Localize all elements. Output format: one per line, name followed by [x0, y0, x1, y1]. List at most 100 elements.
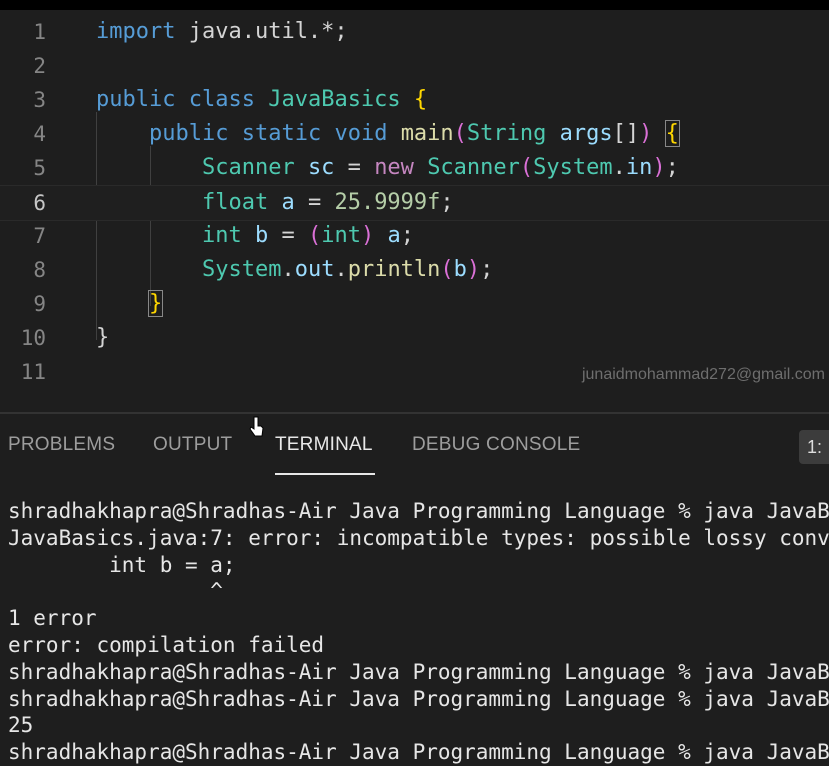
tab-output[interactable]: OUTPUT — [153, 434, 232, 456]
code-token: } — [96, 325, 110, 350]
terminal-output[interactable]: shradhakhapra@Shradhas-Air Java Programm… — [8, 498, 829, 766]
line-number: 3 — [33, 88, 46, 112]
terminal-line: JavaBasics.java:7: error: incompatible t… — [8, 525, 829, 550]
code-token: } — [147, 290, 164, 317]
code-token: sc — [307, 155, 335, 180]
code-token: . — [281, 257, 295, 282]
code-token: . — [334, 257, 348, 282]
line-number: 11 — [20, 360, 46, 384]
code-token: b — [453, 257, 467, 282]
code-token: ; — [480, 257, 494, 282]
terminal-line: shradhakhapra@Shradhas-Air Java Programm… — [8, 499, 829, 523]
code-token: Scanner — [427, 155, 520, 180]
code-text: } — [96, 287, 164, 321]
code-token: args — [559, 121, 613, 146]
code-token: = — [294, 190, 335, 215]
code-token: String — [466, 121, 547, 146]
code-token: ; — [440, 190, 454, 215]
code-text: public static void main(String args[]) { — [96, 117, 680, 151]
terminal-line: 25 — [8, 713, 34, 738]
line-number: 1 — [33, 20, 46, 44]
code-token: Scanner — [201, 155, 295, 180]
code-line[interactable]: 10} — [0, 321, 829, 355]
code-text: float a = 25.9999f; — [96, 186, 454, 220]
code-token: int — [201, 223, 242, 248]
code-token: ) — [652, 155, 666, 180]
code-text: import java.util.*; — [96, 15, 348, 49]
code-line[interactable]: 7 int b = (int) a; — [0, 219, 829, 253]
code-token: System — [201, 257, 282, 282]
terminal-selector[interactable]: 1: — [799, 430, 829, 464]
code-line[interactable]: 5 Scanner sc = new Scanner(System.in); — [0, 151, 829, 185]
tab-problems[interactable]: PROBLEMS — [8, 434, 115, 456]
code-token: ( — [453, 121, 467, 146]
code-line[interactable]: 4 public static void main(String args[])… — [0, 117, 829, 151]
code-line[interactable]: 8 System.out.println(b); — [0, 253, 829, 287]
code-token: { — [413, 87, 428, 112]
code-text: Scanner sc = new Scanner(System.in); — [96, 151, 679, 185]
code-token: a — [387, 223, 401, 248]
line-number: 2 — [33, 54, 46, 78]
line-number: 4 — [33, 122, 46, 146]
code-line[interactable]: 1 import java.util.*; — [0, 15, 829, 49]
panel-tabs: PROBLEMS OUTPUT TERMINAL DEBUG CONSOLE 1… — [0, 414, 829, 478]
tab-debug-console[interactable]: DEBUG CONSOLE — [412, 434, 580, 456]
code-token: ) — [466, 257, 481, 282]
code-editor[interactable]: 1 import java.util.*; 2 3 public class JavaB… — [0, 10, 829, 412]
code-token: ) — [360, 223, 375, 248]
line-number: 5 — [33, 156, 46, 180]
terminal-line: shradhakhapra@Shradhas-Air Java Programm… — [8, 659, 829, 684]
code-token: a — [281, 190, 295, 215]
code-token: in — [625, 155, 653, 180]
code-line[interactable]: 9 } — [0, 287, 829, 321]
code-token: ( — [440, 257, 454, 282]
code-token: float — [201, 190, 269, 215]
code-token: [] — [612, 121, 640, 146]
code-token: public — [148, 121, 229, 146]
code-token: ; — [665, 155, 679, 180]
code-line[interactable]: 2 — [0, 49, 829, 83]
code-token: class — [188, 87, 255, 112]
code-token: ) — [639, 121, 653, 146]
terminal-line: shradhakhapra@Shradhas-Air Java Programm… — [8, 740, 829, 765]
code-token: static — [241, 121, 322, 146]
code-token: ( — [519, 155, 534, 180]
line-number: 10 — [20, 326, 46, 350]
code-line[interactable]: 6 float a = 25.9999f; — [0, 185, 829, 221]
code-text: } — [96, 321, 109, 355]
code-token: int — [321, 223, 361, 248]
line-number: 6 — [33, 191, 46, 215]
code-token: println — [347, 257, 441, 282]
mouse-pointer-icon — [249, 416, 264, 437]
active-tab-indicator — [275, 473, 375, 475]
code-token: main — [400, 121, 454, 146]
code-line[interactable]: 3 public class JavaBasics { — [0, 83, 829, 117]
code-token: JavaBasics — [268, 87, 401, 112]
code-token: public — [96, 87, 176, 112]
code-token: . — [612, 155, 626, 180]
terminal-line: int b = a; — [8, 552, 236, 577]
terminal-line: shradhakhapra@Shradhas-Air Java Programm… — [8, 686, 829, 711]
terminal-line: error: compilation failed — [8, 632, 325, 657]
code-text: int b = (int) a; — [96, 219, 414, 253]
code-text: System.out.println(b); — [96, 253, 493, 287]
line-number: 8 — [33, 258, 46, 282]
tab-terminal[interactable]: TERMINAL — [275, 434, 373, 456]
